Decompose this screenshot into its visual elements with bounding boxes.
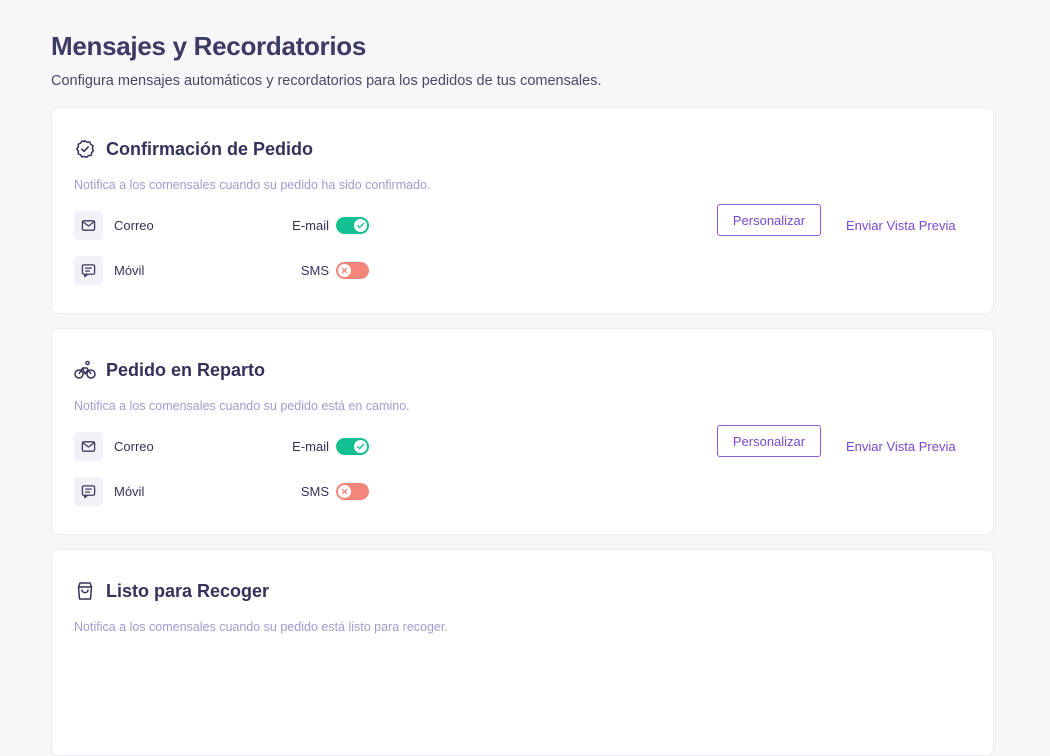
channel-row-email: Correo E-mail Personalizar Enviar Vista …	[74, 204, 974, 241]
card-description: Notifica a los comensales cuando su pedi…	[74, 178, 431, 192]
channel-type: SMS	[300, 263, 329, 278]
bike-icon	[74, 359, 96, 381]
card-order-confirmation: Confirmación de Pedido Notifica a los co…	[51, 107, 994, 314]
mail-icon	[74, 432, 103, 461]
send-preview-link[interactable]: Enviar Vista Previa	[846, 218, 956, 234]
card-description: Notifica a los comensales cuando su pedi…	[74, 620, 448, 634]
page-subtitle: Configura mensajes automáticos y recorda…	[51, 73, 602, 89]
message-icon	[74, 477, 103, 506]
close-icon	[338, 485, 351, 498]
sms-toggle[interactable]	[336, 262, 369, 279]
close-icon	[338, 264, 351, 277]
check-badge-icon	[74, 138, 96, 160]
card-order-delivery: Pedido en Reparto Notifica a los comensa…	[51, 328, 994, 535]
channel-type: SMS	[300, 484, 329, 499]
channel-label: Correo	[114, 439, 154, 454]
customize-button[interactable]: Personalizar	[717, 425, 821, 457]
check-icon	[354, 440, 367, 453]
card-description: Notifica a los comensales cuando su pedi…	[74, 399, 410, 413]
shopping-bag-icon	[74, 580, 96, 602]
send-preview-link[interactable]: Enviar Vista Previa	[846, 439, 956, 455]
check-icon	[354, 219, 367, 232]
card-header: Confirmación de Pedido	[74, 138, 313, 160]
email-toggle[interactable]	[336, 438, 369, 455]
card-header: Pedido en Reparto	[74, 359, 265, 381]
message-icon	[74, 256, 103, 285]
channel-label: Móvil	[114, 263, 145, 278]
channel-row-sms: Móvil SMS	[74, 256, 974, 286]
card-header: Listo para Recoger	[74, 580, 269, 602]
sms-toggle[interactable]	[336, 483, 369, 500]
card-title: Listo para Recoger	[106, 580, 270, 601]
channel-row-sms: Móvil SMS	[74, 477, 974, 507]
channel-row-email: Correo E-mail Personalizar Enviar Vista …	[74, 425, 974, 462]
mail-icon	[74, 211, 103, 240]
channel-type: E-mail	[292, 218, 329, 233]
customize-button[interactable]: Personalizar	[717, 204, 821, 236]
channel-label: Correo	[114, 218, 154, 233]
card-title: Confirmación de Pedido	[106, 138, 314, 159]
email-toggle[interactable]	[336, 217, 369, 234]
card-title: Pedido en Reparto	[106, 359, 266, 380]
channel-label: Móvil	[114, 484, 145, 499]
page-title: Mensajes y Recordatorios	[51, 31, 367, 61]
channel-type: E-mail	[292, 439, 329, 454]
card-ready-for-pickup: Listo para Recoger Notifica a los comens…	[51, 549, 994, 756]
